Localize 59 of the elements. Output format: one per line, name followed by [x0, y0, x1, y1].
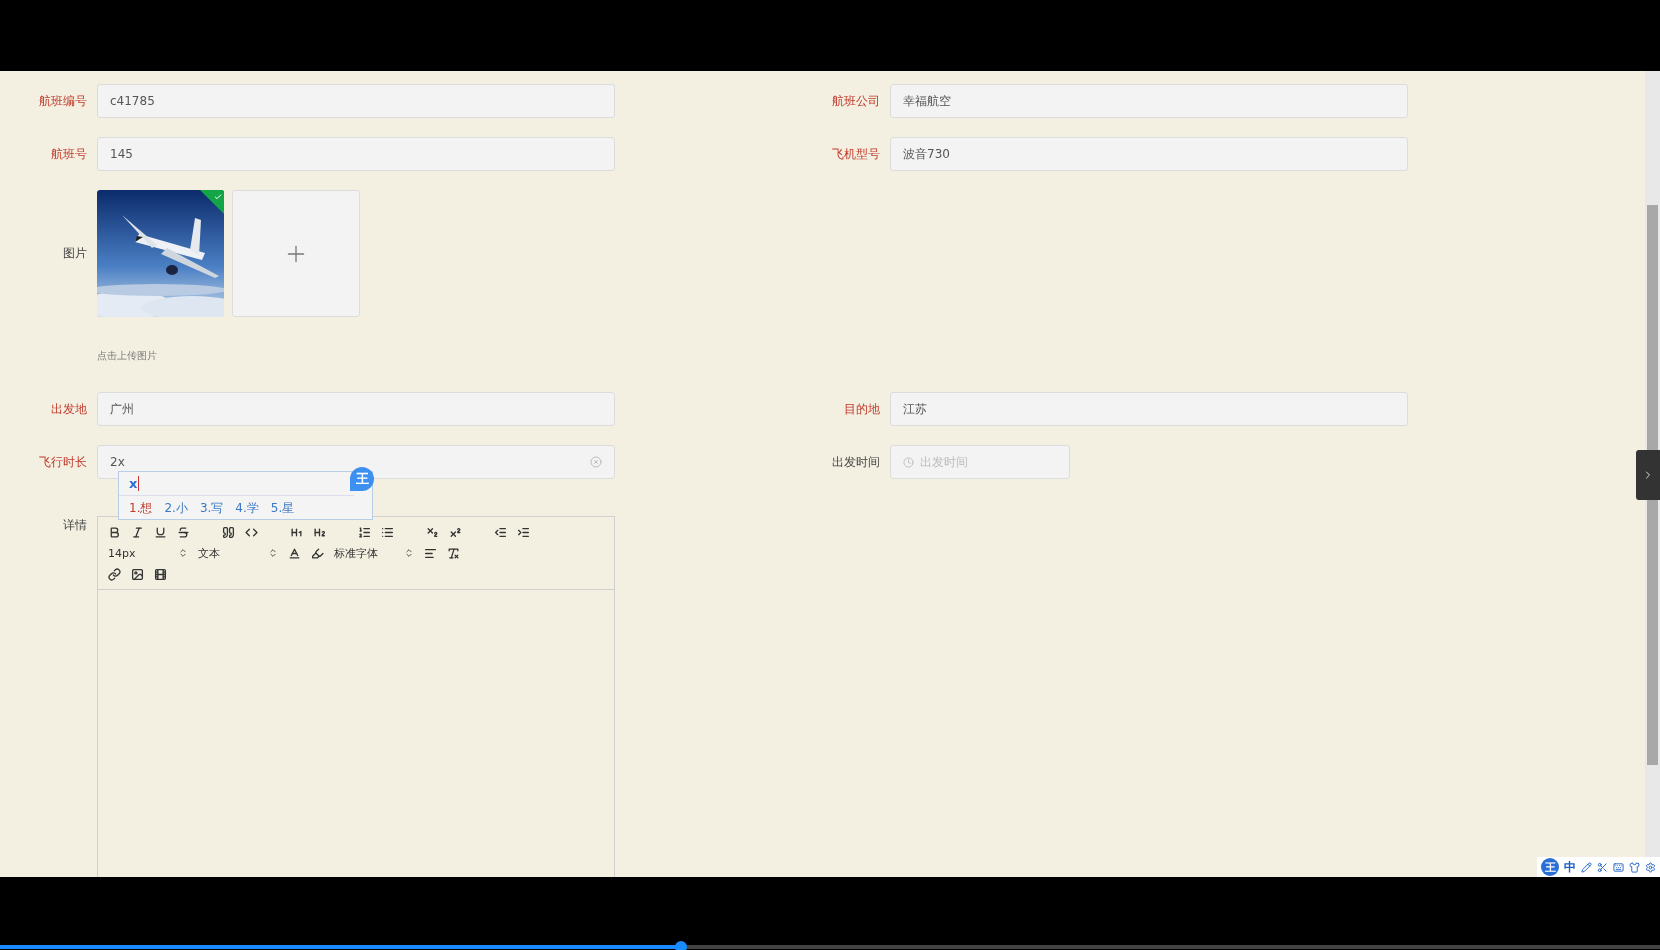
field-label: 图片	[62, 245, 87, 262]
strikethrough-icon[interactable]	[177, 525, 190, 539]
text-field[interactable]: 波音730	[890, 137, 1408, 171]
ime-logo[interactable]: 王	[1541, 858, 1559, 876]
link-icon[interactable]	[108, 567, 121, 581]
underline-icon[interactable]	[154, 525, 167, 539]
ordered-list-icon[interactable]	[358, 525, 371, 539]
scissors-icon[interactable]	[1597, 861, 1608, 873]
pencil-icon[interactable]	[1581, 861, 1592, 873]
ime-composition: x	[129, 476, 140, 491]
field-label: 目的地	[843, 401, 880, 418]
bold-icon[interactable]	[108, 525, 121, 539]
field-label: 详情	[62, 517, 87, 534]
ime-candidate[interactable]: 3.写	[199, 499, 224, 517]
editor-select[interactable]: 14px	[108, 546, 188, 560]
font-color-icon[interactable]	[288, 546, 301, 560]
field-label: 航班公司	[831, 93, 880, 110]
quote-icon[interactable]	[222, 525, 235, 539]
field-label: 出发地	[50, 401, 87, 418]
highlight-icon[interactable]	[311, 546, 324, 560]
subscript-icon[interactable]	[426, 525, 439, 539]
ime-logo: 王	[350, 467, 374, 491]
field-label: 航班编号	[38, 93, 87, 110]
bullet-list-icon[interactable]	[381, 525, 394, 539]
text-field[interactable]: 145	[97, 137, 615, 171]
shirt-icon[interactable]	[1629, 861, 1640, 873]
side-panel-toggle[interactable]	[1636, 450, 1660, 500]
upload-hint: 点击上传图片	[97, 349, 158, 363]
ime-candidate[interactable]: 2.小	[164, 499, 188, 517]
keyboard-icon[interactable]	[1613, 861, 1624, 873]
editor-select[interactable]: 标准字体	[334, 545, 414, 561]
ime-candidate[interactable]: 5.星	[270, 499, 295, 517]
text-field[interactable]: 江苏	[890, 392, 1408, 426]
text-field[interactable]: 幸福航空	[890, 84, 1408, 118]
align-icon[interactable]	[424, 546, 437, 560]
field-label: 航班号	[50, 146, 87, 163]
settings-icon[interactable]	[1645, 861, 1656, 873]
clock-icon	[903, 456, 914, 468]
field-label: 飞行时长	[38, 454, 87, 471]
select-arrows-icon	[404, 548, 414, 558]
image-icon[interactable]	[131, 567, 144, 581]
italic-icon[interactable]	[131, 525, 144, 539]
superscript-icon[interactable]	[449, 525, 462, 539]
video-icon[interactable]	[154, 567, 167, 581]
text-field[interactable]: 广州	[97, 392, 615, 426]
field-label: 飞机型号	[831, 146, 880, 163]
field-label: 出发时间	[831, 454, 880, 471]
progress-knob[interactable]	[674, 941, 687, 950]
ime-candidate[interactable]: 4.学	[235, 499, 259, 517]
editor-select[interactable]: 文本	[198, 545, 278, 561]
select-arrows-icon	[268, 548, 278, 558]
ime-mode[interactable]: 中	[1564, 858, 1576, 876]
scrollbar-thumb[interactable]	[1647, 205, 1658, 765]
clear-format-icon[interactable]	[447, 546, 460, 560]
outdent-icon[interactable]	[494, 525, 507, 539]
ime-candidate[interactable]: 1.想	[129, 499, 153, 517]
select-arrows-icon	[178, 548, 188, 558]
indent-icon[interactable]	[517, 525, 530, 539]
text-field[interactable]: c41785	[97, 84, 615, 118]
